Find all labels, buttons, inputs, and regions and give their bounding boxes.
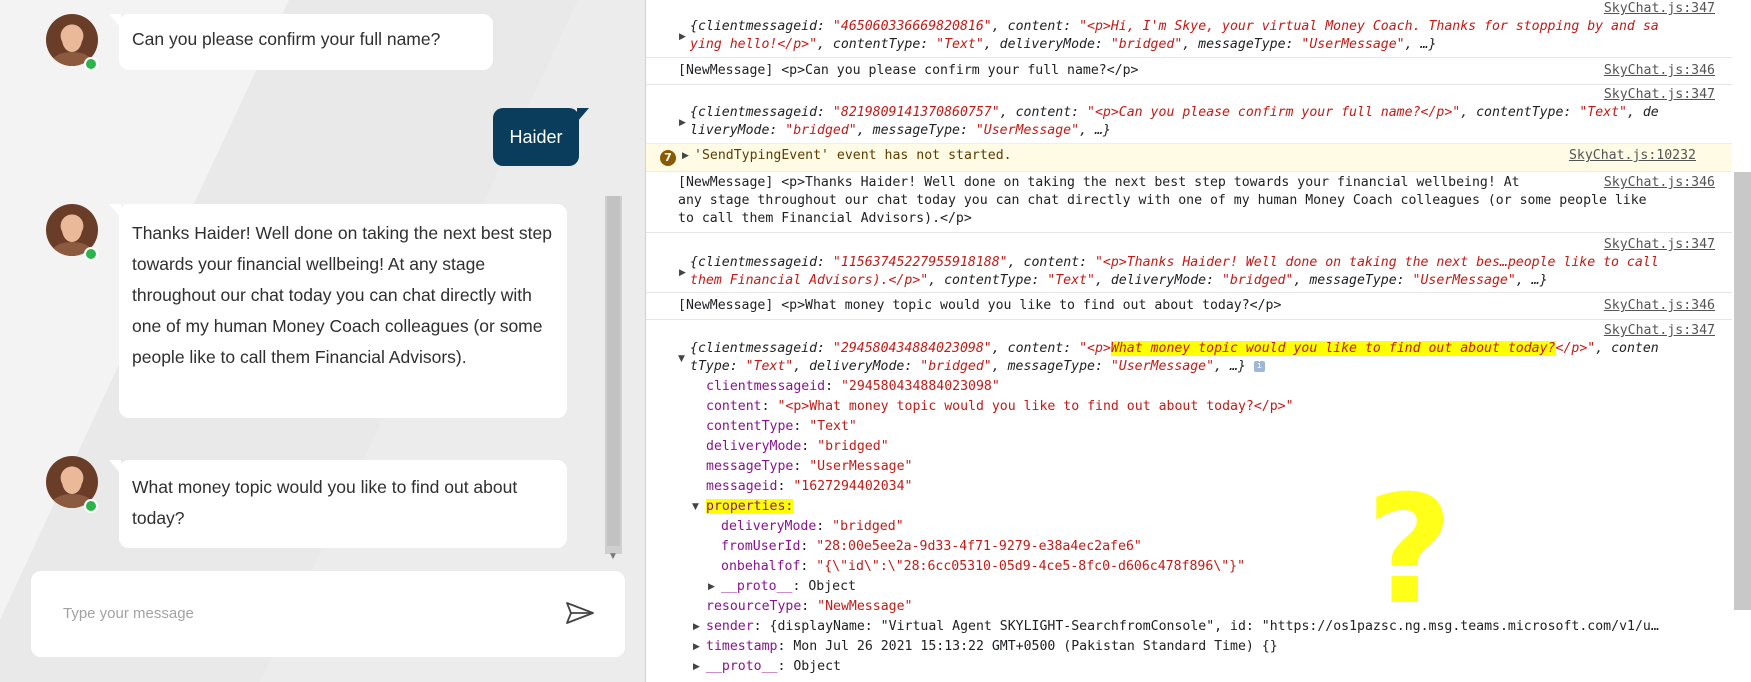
source-link[interactable]: SkyChat.js:347: [1604, 236, 1715, 254]
online-indicator: [84, 247, 98, 261]
console-log-line: any stage throughout our chat today you …: [678, 193, 1647, 208]
prop-clientmessageid: clientmessageid: "294580434884023098": [706, 379, 1000, 394]
prop-messageid: messageid: "1627294402034": [706, 479, 913, 494]
chat-scrollbar-thumb[interactable]: [607, 196, 620, 546]
expand-triangle-icon[interactable]: ▶: [693, 622, 700, 632]
console-object[interactable]: {clientmessageid: "11563745227955918188"…: [690, 254, 1659, 272]
console-object[interactable]: {clientmessageid: "465060336669820816", …: [690, 18, 1659, 36]
collapse-triangle-icon[interactable]: ▼: [678, 354, 685, 364]
expand-triangle-icon[interactable]: ▶: [682, 151, 689, 161]
prop-deliveryMode: deliveryMode: "bridged": [721, 519, 904, 534]
prop-proto[interactable]: __proto__: Object: [721, 578, 856, 596]
source-link[interactable]: SkyChat.js:347: [1604, 0, 1715, 18]
expand-triangle-icon[interactable]: ▶: [693, 662, 700, 672]
user-message-bubble: Haider: [493, 108, 589, 166]
console-log-line: [NewMessage] <p>Can you please confirm y…: [678, 63, 1139, 78]
console-object-cont: liveryMode: "bridged", messageType: "Use…: [690, 123, 1111, 138]
chat-scrollbar[interactable]: [605, 196, 622, 554]
expand-triangle-icon[interactable]: ▶: [679, 32, 686, 42]
console-object-cont: ying hello!</p>", contentType: "Text", d…: [690, 37, 1437, 52]
console-log-line: [NewMessage] <p>What money topic would y…: [678, 298, 1282, 313]
expand-triangle-icon[interactable]: ▶: [708, 582, 715, 592]
prop-contentType: contentType: "Text": [706, 419, 857, 434]
prop-fromUserId: fromUserId: "28:00e5ee2a-9d33-4f71-9279-…: [721, 539, 1142, 554]
expand-triangle-icon[interactable]: ▶: [679, 268, 686, 278]
bot-message-bubble: Thanks Haider! Well done on taking the n…: [109, 204, 567, 418]
bot-message-bubble: What money topic would you like to find …: [109, 460, 567, 548]
console-warning-row: 7 ▶ 'SendTypingEvent' event has not star…: [646, 143, 1732, 172]
bot-message-bubble: Can you please confirm your full name?: [109, 14, 493, 70]
online-indicator: [84, 499, 98, 513]
prop-proto[interactable]: __proto__: Object: [706, 658, 841, 676]
message-input[interactable]: Type your message: [63, 605, 194, 622]
warning-count-badge: 7: [660, 150, 676, 166]
prop-deliveryMode: deliveryMode: "bridged": [706, 439, 889, 454]
source-link[interactable]: SkyChat.js:10232: [1569, 148, 1696, 163]
send-icon[interactable]: [565, 601, 595, 625]
message-composer[interactable]: Type your message: [31, 571, 625, 657]
console-object-cont: them Financial Advisors).</p>", contentT…: [690, 273, 1548, 288]
expand-triangle-icon[interactable]: ▶: [679, 118, 686, 128]
chat-pane: Can you please confirm your full name? H…: [0, 0, 645, 682]
online-indicator: [84, 57, 98, 71]
console-log-line: [NewMessage] <p>Thanks Haider! Well done…: [678, 175, 1520, 190]
prop-timestamp[interactable]: timestamp: Mon Jul 26 2021 15:13:22 GMT+…: [706, 638, 1278, 656]
source-link[interactable]: SkyChat.js:346: [1604, 174, 1715, 192]
warning-message: 'SendTypingEvent' event has not started.: [694, 148, 1012, 163]
expand-triangle-icon[interactable]: ▶: [693, 642, 700, 652]
prop-sender[interactable]: sender: {displayName: "Virtual Agent SKY…: [706, 618, 1659, 636]
info-icon[interactable]: i: [1253, 360, 1265, 372]
prop-messageType: messageType: "UserMessage": [706, 459, 913, 474]
source-link[interactable]: SkyChat.js:346: [1604, 62, 1715, 80]
question-mark-annotation: ?: [1366, 464, 1454, 638]
console-object-cont: tType: "Text", deliveryMode: "bridged", …: [690, 358, 1265, 376]
source-link[interactable]: SkyChat.js:347: [1604, 86, 1715, 104]
source-link[interactable]: SkyChat.js:347: [1604, 322, 1715, 340]
prop-onbehalfof: onbehalfof: "{\"id\":\"28:6cc05310-05d9-…: [721, 559, 1246, 574]
prop-resourceType: resourceType: "NewMessage": [706, 599, 913, 614]
collapse-triangle-icon[interactable]: ▼: [692, 502, 699, 512]
console-object[interactable]: {clientmessageid: "294580434884023098", …: [690, 340, 1659, 358]
devtools-console: SkyChat.js:347 ▶ {clientmessageid: "4650…: [645, 0, 1751, 682]
scroll-down-arrow-icon[interactable]: ▼: [608, 551, 618, 562]
prop-properties[interactable]: properties:: [706, 498, 794, 516]
console-log-line: to call them Financial Advisors).</p>: [678, 211, 972, 226]
prop-content: content: "<p>What money topic would you …: [706, 399, 1294, 414]
highlighted-content: What money topic would you like to find …: [1110, 341, 1556, 356]
source-link[interactable]: SkyChat.js:346: [1604, 297, 1715, 315]
console-scrollbar[interactable]: [1734, 172, 1751, 610]
console-object[interactable]: {clientmessageid: "8219809141370860757",…: [690, 104, 1659, 122]
